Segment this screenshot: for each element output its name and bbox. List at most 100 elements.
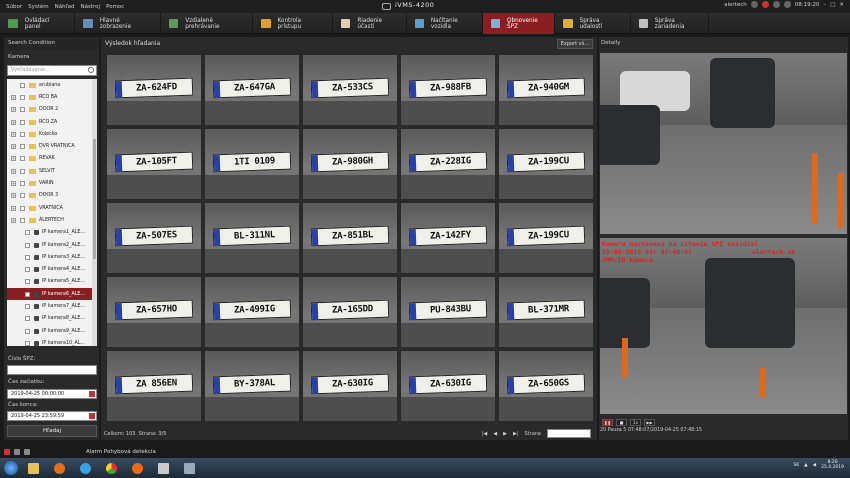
tab-9[interactable]: Správa zariadenia [631,13,709,34]
expand-icon[interactable]: + [11,168,16,174]
result-thumbnail[interactable]: ZA-630IG [303,351,397,421]
camera-node[interactable]: IP kamera6_ALE... [7,288,97,301]
result-thumbnail[interactable]: ZA-499IG [205,277,299,347]
group-node[interactable]: + REVAK [7,153,97,165]
group-node[interactable]: + Kolecko [7,128,97,140]
expand-icon[interactable]: + [11,131,16,137]
expand-icon[interactable]: + [11,205,16,211]
camera-node[interactable]: IP kamera7_ALE... [7,300,97,312]
camera-search-input[interactable]: Vyhľadávanie... [7,65,97,76]
checkbox[interactable] [25,279,30,285]
result-thumbnail[interactable]: BL-311NL [205,203,299,273]
menu-item[interactable]: Náhľad [55,4,75,10]
result-thumbnail[interactable]: ZA 856EN [107,351,201,421]
result-thumbnail[interactable]: ZA-533CS [303,55,397,125]
camera-node[interactable]: IP kamera2_ALE... [7,239,97,251]
group-node[interactable]: + DOOR 3 [7,190,97,202]
checkbox[interactable] [25,267,30,273]
speed-button[interactable]: 1x [630,418,641,426]
last-page-button[interactable]: ▶| [513,431,519,437]
expand-icon[interactable]: + [11,119,16,125]
search-button[interactable]: Hľadaj [7,425,97,437]
checkbox[interactable] [25,242,30,248]
export-all-button[interactable]: Export vš... [556,38,593,49]
checkbox[interactable] [20,205,25,211]
expand-icon[interactable]: + [11,94,16,100]
result-thumbnail[interactable]: ZA-851BL [303,203,397,273]
alarm-status-icon[interactable] [4,449,10,455]
result-thumbnail[interactable]: ZA-507ES [107,203,201,273]
result-thumbnail[interactable]: BY-378AL [205,351,299,421]
lock-icon[interactable] [772,1,780,8]
camera-node[interactable]: IP kamera5_ALE... [7,276,97,288]
prev-page-button[interactable]: ◀ [493,431,497,437]
checkbox[interactable] [25,230,30,236]
result-thumbnail[interactable]: ZA-228IG [401,129,495,199]
result-thumbnail[interactable]: ZA-105FT [107,129,201,199]
tab-5[interactable]: Riadenie účasti [333,13,407,34]
group-node[interactable]: + DOOR 2 [7,104,97,116]
result-thumbnail[interactable]: BL-371MR [499,277,593,347]
tab-2[interactable]: Hlavné zobrazenie [75,13,161,34]
menu-item[interactable]: Systém [28,4,49,10]
checkbox[interactable] [25,328,30,334]
result-thumbnail[interactable]: ZA-980GH [303,129,397,199]
result-thumbnail[interactable]: ZA-630IG [401,351,495,421]
result-thumbnail[interactable]: ZA-199CU [499,203,593,273]
taskbar-firefox[interactable] [126,460,148,476]
checkbox[interactable] [20,94,25,100]
search-icon[interactable] [88,67,94,73]
expand-icon[interactable]: + [11,193,16,199]
pause-button[interactable]: ❚❚ [602,418,613,426]
group-node[interactable]: + VARIN [7,177,97,189]
tab-8[interactable]: Správa udalostí [555,13,631,34]
playback-video[interactable]: Kamera nastavena na citanie SPZ vozidiel… [600,238,847,414]
camera-node[interactable]: IP kamera4_ALE... [7,263,97,275]
minimize-button[interactable]: – [823,2,826,8]
group-node[interactable]: + SELVIT [7,165,97,177]
result-thumbnail[interactable]: PU-843BU [401,277,495,347]
checkbox[interactable] [25,254,30,260]
expand-icon[interactable]: + [11,144,16,150]
checkbox[interactable] [20,131,25,137]
group-node[interactable]: + ALERTECH [7,214,97,226]
result-thumbnail[interactable]: ZA-988FB [401,55,495,125]
expand-icon[interactable]: + [11,181,16,187]
start-time-field[interactable]: 2019-04-25 00:00:00 [7,389,97,399]
maximize-button[interactable]: □ [830,2,835,8]
checkbox[interactable] [20,156,25,162]
camera-node[interactable]: IP kamera10_AL... [7,337,97,346]
network-icon[interactable]: ▲ [804,463,807,468]
group-node[interactable]: + DVR VRATNICA [7,140,97,152]
camera-node[interactable]: IP kamera1_ALE... [7,227,97,239]
result-thumbnail[interactable]: 1TI 0109 [205,129,299,199]
checkbox[interactable] [20,193,25,199]
message-icon[interactable] [24,449,30,455]
checkbox[interactable] [20,168,25,174]
tab-1[interactable]: Ovládací panel [0,13,75,34]
fast-forward-button[interactable]: ▶▶ [644,418,655,426]
checkbox[interactable] [20,82,25,88]
group-node[interactable]: + VRATNICA [7,202,97,214]
menu-item[interactable]: Nástroj [81,4,101,10]
tab-4[interactable]: Kontrola prístupu [253,13,333,34]
volume-icon[interactable]: ◀ [813,463,816,468]
result-thumbnail[interactable]: ZA-165DD [303,277,397,347]
taskbar-tool[interactable] [178,460,200,476]
sound-icon[interactable] [14,449,20,455]
start-button[interactable] [4,461,18,475]
camera-node[interactable]: IP kamera8_ALE... [7,313,97,325]
checkbox[interactable] [25,340,30,346]
group-node[interactable]: arubiana [7,79,97,91]
checkbox[interactable] [20,181,25,187]
result-thumbnail[interactable]: ZA-657HO [107,277,201,347]
menu-item[interactable]: Súbor [6,4,22,10]
menu-item[interactable]: Pomoc [106,4,124,10]
page-input[interactable] [547,429,591,438]
calendar-icon[interactable] [89,391,95,397]
expand-icon[interactable]: + [11,107,16,113]
checkbox[interactable] [25,303,30,309]
alarm-icon[interactable] [761,1,769,8]
next-page-button[interactable]: ▶ [503,431,507,437]
result-thumbnail[interactable]: ZA-624FD [107,55,201,125]
